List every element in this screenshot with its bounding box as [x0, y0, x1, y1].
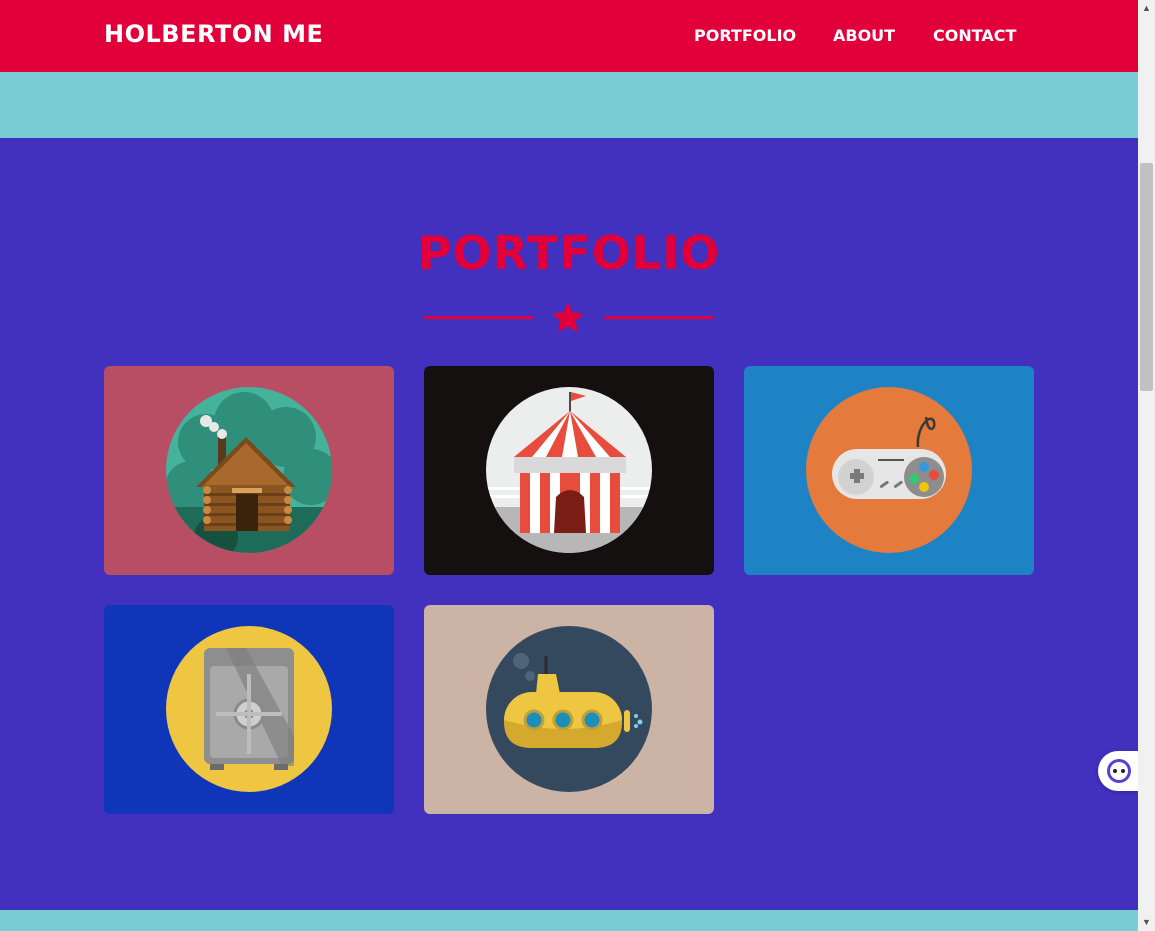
scroll-down-arrow[interactable]: ▼: [1138, 914, 1155, 931]
submarine-icon: [486, 626, 652, 792]
nav-link-contact[interactable]: CONTACT: [933, 26, 1016, 45]
header-band: [0, 72, 1138, 138]
portfolio-section: PORTFOLIO: [0, 138, 1138, 910]
scroll-up-arrow[interactable]: ▲: [1138, 0, 1155, 17]
portfolio-card-controller[interactable]: [744, 366, 1034, 575]
section-title: PORTFOLIO: [417, 226, 721, 280]
scroll-thumb[interactable]: [1140, 163, 1153, 391]
navbar: HOLBERTON ME PORTFOLIO ABOUT CONTACT: [0, 0, 1138, 72]
brand-logo[interactable]: HOLBERTON ME: [104, 20, 323, 48]
divider-line-left: [424, 316, 534, 319]
vertical-scrollbar[interactable]: ▲ ▼: [1138, 0, 1155, 931]
nav-link-portfolio[interactable]: PORTFOLIO: [694, 26, 796, 45]
star-icon: [552, 302, 584, 333]
chat-bot-icon: [1107, 759, 1131, 783]
chat-widget-button[interactable]: [1098, 751, 1138, 791]
circus-tent-icon: [486, 387, 652, 553]
log-cabin-icon: [166, 387, 332, 553]
portfolio-card-submarine[interactable]: [424, 605, 714, 814]
portfolio-card-circus[interactable]: [424, 366, 714, 575]
nav-link-about[interactable]: ABOUT: [833, 26, 895, 45]
footer-band: [0, 910, 1138, 931]
portfolio-card-safe[interactable]: [104, 605, 394, 814]
divider-line-right: [604, 316, 714, 319]
game-controller-icon: [806, 387, 972, 553]
safe-icon: [166, 626, 332, 792]
portfolio-card-cabin[interactable]: [104, 366, 394, 575]
